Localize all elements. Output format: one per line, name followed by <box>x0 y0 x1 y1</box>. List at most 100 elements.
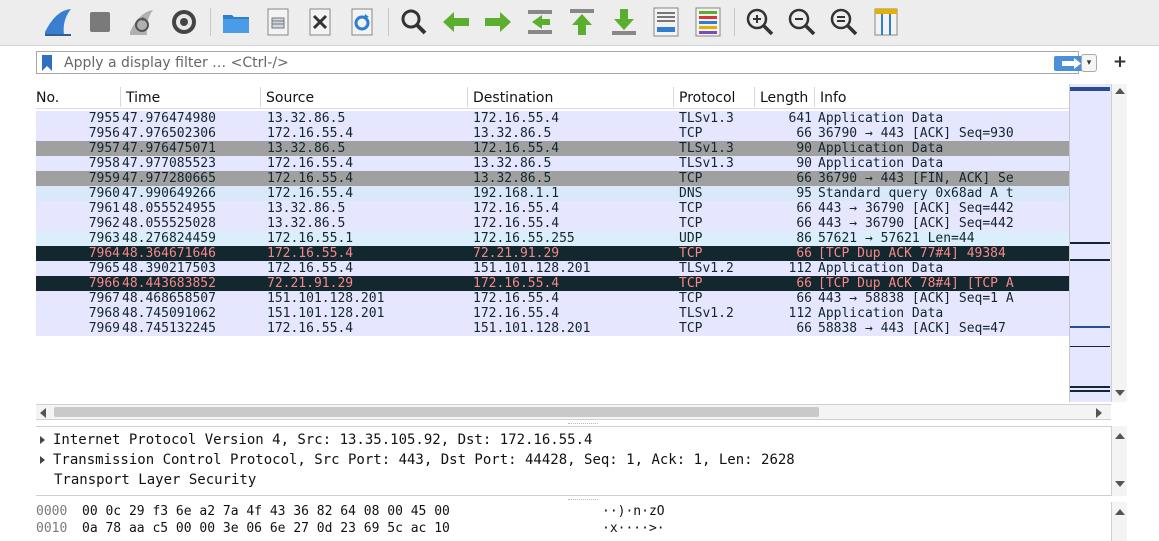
zoom-in-icon[interactable] <box>744 6 776 38</box>
scroll-down-icon[interactable] <box>1115 390 1125 396</box>
bookmark-icon[interactable] <box>41 55 53 71</box>
tree-item-tls[interactable]: Transport Layer Security <box>54 471 256 490</box>
packet-row[interactable]: 7966 48.443683852 72.21.91.29 172.16.55.4 TC… <box>36 276 1104 291</box>
scroll-right-icon[interactable] <box>1096 408 1102 418</box>
column-header-info[interactable]: Info <box>814 87 1104 107</box>
pane-splitter-handle[interactable] <box>568 423 598 425</box>
normal-size-icon[interactable] <box>828 6 860 38</box>
close-file-icon[interactable] <box>304 6 336 38</box>
packet-info: 443 → 58838 [ACK] Seq=1 A <box>818 291 1014 306</box>
auto-scroll-icon[interactable] <box>650 6 682 38</box>
packet-time: 48.745091062 <box>122 306 216 321</box>
bytes-ascii: ·x····>· <box>602 521 665 536</box>
packet-source: 151.101.128.201 <box>267 291 385 306</box>
packet-destination: 151.101.128.201 <box>473 321 591 336</box>
tree-item-ipv4[interactable]: Internet Protocol Version 4, Src: 13.35.… <box>36 431 592 450</box>
reload-file-icon[interactable] <box>346 6 378 38</box>
packet-list-header: No. Time Source Destination Protocol Len… <box>36 87 1104 109</box>
column-header-source[interactable]: Source <box>260 87 467 107</box>
scroll-left-icon[interactable] <box>40 408 46 418</box>
packet-row[interactable]: 7956 47.976502306 172.16.55.4 13.32.86.5 TCP… <box>36 126 1104 141</box>
go-to-packet-icon[interactable] <box>524 6 556 38</box>
packet-row[interactable]: 7964 48.364671646 172.16.55.4 72.21.91.29 TC… <box>36 246 1104 261</box>
packet-time: 48.055525028 <box>122 216 216 231</box>
packet-bytes-view: 0000 00 0c 29 f3 6e a2 7a 4f 43 36 82 64 … <box>36 502 1127 541</box>
go-back-icon[interactable] <box>440 6 472 38</box>
packet-source: 172.16.55.4 <box>267 246 354 261</box>
column-header-no[interactable]: No. <box>36 90 120 106</box>
last-packet-icon[interactable] <box>608 6 640 38</box>
packet-no: 7968 <box>88 306 120 321</box>
packet-destination: 172.16.55.255 <box>473 231 575 246</box>
open-file-icon[interactable] <box>220 6 252 38</box>
packet-row[interactable]: 7967 48.468658507 151.101.128.201 172.16.55… <box>36 291 1104 306</box>
packet-row[interactable]: 7969 48.745132245 172.16.55.4 151.101.128.2… <box>36 321 1104 336</box>
packet-list-horizontal-scrollbar[interactable] <box>36 404 1111 420</box>
zoom-out-icon[interactable] <box>786 6 818 38</box>
resize-columns-icon[interactable] <box>870 6 902 38</box>
horizontal-scroll-thumb[interactable] <box>54 407 819 417</box>
packet-row[interactable]: 7959 47.977280665 172.16.55.4 13.32.86.5 TCP… <box>36 171 1104 186</box>
scroll-down-icon[interactable] <box>1115 481 1125 487</box>
display-filter-input[interactable] <box>64 54 964 72</box>
packet-length: 95 <box>796 186 812 201</box>
packet-no: 7958 <box>88 156 120 171</box>
packet-row[interactable]: 7963 48.276824459 172.16.55.1 172.16.55.255… <box>36 231 1104 246</box>
filter-history-dropdown[interactable]: ▾ <box>1081 54 1097 72</box>
stop-capture-icon[interactable] <box>84 6 116 38</box>
add-filter-button[interactable]: + <box>1112 52 1128 72</box>
packet-no: 7962 <box>88 216 120 231</box>
tree-item-tcp[interactable]: Transmission Control Protocol, Src Port:… <box>36 451 795 470</box>
bytes-row[interactable]: 0010 0a 78 aa c5 00 00 3e 06 6e 27 0d 23 … <box>36 521 665 537</box>
bytes-vertical-scrollbar[interactable] <box>1111 502 1127 541</box>
packet-info: Standard query 0x68ad A t <box>818 186 1014 201</box>
packet-row[interactable]: 7962 48.055525028 13.32.86.5 172.16.55.4 TCP… <box>36 216 1104 231</box>
packet-no: 7966 <box>88 276 120 291</box>
packet-destination: 172.16.55.4 <box>473 216 560 231</box>
scroll-up-icon[interactable] <box>1115 509 1125 515</box>
capture-options-icon[interactable] <box>168 6 200 38</box>
packet-overview-minimap[interactable] <box>1069 84 1111 402</box>
bytes-row[interactable]: 0000 00 0c 29 f3 6e a2 7a 4f 43 36 82 64 … <box>36 504 665 520</box>
save-file-icon[interactable] <box>262 6 294 38</box>
column-header-destination[interactable]: Destination <box>467 87 673 107</box>
packet-protocol: TLSv1.2 <box>679 306 734 321</box>
packet-row[interactable]: 7961 48.055524955 13.32.86.5 172.16.55.4 TCP… <box>36 201 1104 216</box>
expand-arrow-icon[interactable] <box>40 435 45 444</box>
packet-source: 13.32.86.5 <box>267 201 346 216</box>
details-vertical-scrollbar[interactable] <box>1111 426 1127 496</box>
restart-capture-icon[interactable] <box>126 6 158 38</box>
packet-row[interactable]: 7960 47.990649266 172.16.55.4 192.168.1.1 DN… <box>36 186 1104 201</box>
packet-row[interactable]: 7965 48.390217503 172.16.55.4 151.101.128.2… <box>36 261 1104 276</box>
pane-splitter-handle[interactable] <box>568 499 598 501</box>
scroll-up-icon[interactable] <box>1115 88 1125 94</box>
column-header-time[interactable]: Time <box>120 87 260 107</box>
packet-row[interactable]: 7968 48.745091062 151.101.128.201 172.16.55… <box>36 306 1104 321</box>
column-header-length[interactable]: Length <box>754 87 814 107</box>
column-header-protocol[interactable]: Protocol <box>673 87 754 107</box>
colorize-icon[interactable] <box>692 6 724 38</box>
chevron-down-icon: ▾ <box>1086 58 1092 68</box>
packet-length: 112 <box>788 261 812 276</box>
packet-list-vertical-scrollbar[interactable] <box>1111 84 1127 402</box>
packet-destination: 192.168.1.1 <box>473 186 560 201</box>
packet-time: 48.055524955 <box>122 201 216 216</box>
expand-arrow-icon[interactable] <box>40 455 45 464</box>
find-packet-icon[interactable] <box>398 6 430 38</box>
packet-time: 47.977085523 <box>122 156 216 171</box>
first-packet-icon[interactable] <box>566 6 598 38</box>
packet-time: 47.990649266 <box>122 186 216 201</box>
packet-row[interactable]: 7955 47.976474980 13.32.86.5 172.16.55.4 TLS… <box>36 111 1104 126</box>
shark-fin-start-icon[interactable] <box>42 6 74 38</box>
packet-source: 172.16.55.4 <box>267 261 354 276</box>
packet-destination: 72.21.91.29 <box>473 246 560 261</box>
packet-time: 47.977280665 <box>122 171 216 186</box>
packet-row[interactable]: 7957 47.976475071 13.32.86.5 172.16.55.4 TLS… <box>36 141 1104 156</box>
packet-time: 48.443683852 <box>122 276 216 291</box>
scroll-up-icon[interactable] <box>1115 433 1125 439</box>
packet-protocol: TCP <box>679 216 703 231</box>
tree-item-label: Transmission Control Protocol, Src Port:… <box>53 452 795 468</box>
packet-row[interactable]: 7958 47.977085523 172.16.55.4 13.32.86.5 TLS… <box>36 156 1104 171</box>
go-forward-icon[interactable] <box>482 6 514 38</box>
packet-list: No. Time Source Destination Protocol Len… <box>36 84 1104 402</box>
